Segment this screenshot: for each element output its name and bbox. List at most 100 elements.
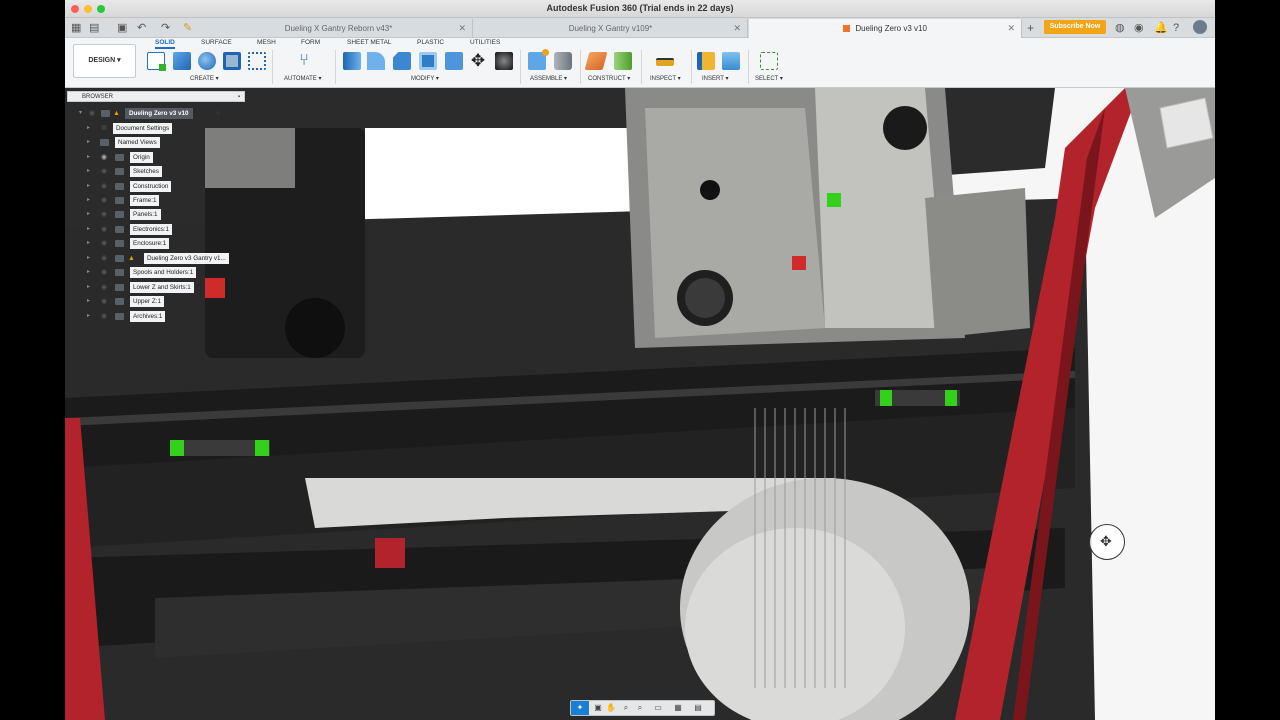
job-status-icon[interactable]: ◉ xyxy=(1134,21,1144,35)
subscribe-button[interactable]: Subscribe Now xyxy=(1044,20,1106,34)
expand-arrow-icon[interactable]: ▸ xyxy=(87,166,90,177)
visibility-eye-icon[interactable]: ◉ xyxy=(99,166,109,177)
expand-arrow-icon[interactable]: ▸ xyxy=(87,311,90,322)
insert-menu[interactable]: INSERT ▾ xyxy=(702,75,728,82)
collapse-icon[interactable]: ▪ xyxy=(238,92,240,102)
avatar[interactable] xyxy=(1193,20,1207,34)
close-icon[interactable]: ✕ xyxy=(733,19,741,38)
tab-plastic[interactable]: PLASTIC xyxy=(417,39,444,46)
redo-icon[interactable]: ↷ xyxy=(161,21,170,35)
automate-menu[interactable]: AUTOMATE ▾ xyxy=(284,75,321,82)
select-icon[interactable] xyxy=(760,52,778,70)
create-sketch-icon[interactable] xyxy=(147,52,166,71)
modify-menu[interactable]: MODIFY ▾ xyxy=(411,75,439,82)
visibility-eye-icon[interactable]: ◉ xyxy=(99,238,109,249)
visibility-eye-icon[interactable]: ◉ xyxy=(99,224,109,235)
orbit-icon[interactable]: ✦ xyxy=(571,701,589,715)
fillet-icon[interactable] xyxy=(367,52,385,70)
close-icon[interactable]: ✕ xyxy=(458,19,466,38)
expand-arrow-icon[interactable]: ▸ xyxy=(87,267,90,278)
inspect-menu[interactable]: INSPECT ▾ xyxy=(650,75,681,82)
appearance-icon[interactable] xyxy=(495,52,513,70)
expand-arrow-icon[interactable]: ▸ xyxy=(87,181,90,192)
pattern-icon[interactable] xyxy=(248,52,266,70)
construct-menu[interactable]: CONSTRUCT ▾ xyxy=(588,75,630,82)
tab-dueling-x-gantry-reborn[interactable]: Dueling X Gantry Reborn v43* ✕ xyxy=(205,19,473,38)
look-at-icon[interactable]: ▣ xyxy=(593,703,603,713)
undo-icon[interactable]: ↶ xyxy=(137,21,146,35)
select-menu[interactable]: SELECT ▾ xyxy=(755,75,783,82)
workspace-switcher-button[interactable]: DESIGN ▾ xyxy=(73,44,136,78)
measure-icon[interactable] xyxy=(656,58,674,66)
insert-image-icon[interactable] xyxy=(722,52,740,70)
expand-arrow-icon[interactable]: ▸ xyxy=(87,195,90,206)
new-tab-icon[interactable]: + xyxy=(1027,21,1034,35)
expand-arrow-icon[interactable]: ▸ xyxy=(87,238,90,249)
assemble-menu[interactable]: ASSEMBLE ▾ xyxy=(530,75,567,82)
offset-plane-icon[interactable] xyxy=(584,52,608,70)
visibility-eye-icon[interactable]: ◉ xyxy=(99,267,109,278)
close-icon[interactable]: ✕ xyxy=(1007,19,1015,38)
orbit-cursor-icon[interactable]: ✥ xyxy=(1089,524,1125,560)
zoom-icon[interactable]: ⌕ xyxy=(621,703,631,713)
extensions-icon[interactable]: ◍ xyxy=(1115,21,1125,35)
expand-arrow-icon[interactable]: ▾ xyxy=(79,108,82,119)
tab-solid[interactable]: SOLID xyxy=(155,39,175,49)
joint-icon[interactable] xyxy=(554,52,572,70)
visibility-eye-icon[interactable]: ◉ xyxy=(87,108,97,119)
expand-arrow-icon[interactable]: ▸ xyxy=(87,282,90,293)
create-menu[interactable]: CREATE ▾ xyxy=(190,75,219,82)
tab-dueling-x-gantry[interactable]: Dueling X Gantry v109* ✕ xyxy=(474,19,748,38)
visibility-eye-icon[interactable]: ◉ xyxy=(99,296,109,307)
radio-icon[interactable]: ◉ xyxy=(215,108,221,119)
insert-derive-icon[interactable] xyxy=(697,52,715,70)
help-icon[interactable]: ? xyxy=(1173,21,1179,35)
expand-arrow-icon[interactable]: ▸ xyxy=(87,253,90,264)
app-grid-icon[interactable]: ▦ xyxy=(71,21,81,35)
chamfer-icon[interactable] xyxy=(393,52,411,70)
expand-arrow-icon[interactable]: ▸ xyxy=(87,296,90,307)
extrude-icon[interactable] xyxy=(173,52,191,70)
expand-arrow-icon[interactable]: ▸ xyxy=(87,137,90,148)
automate-icon[interactable]: ⑂ xyxy=(295,52,313,70)
tab-sheet-metal[interactable]: SHEET METAL xyxy=(347,39,392,46)
tab-utilities[interactable]: UTILITIES xyxy=(470,39,500,46)
visibility-eye-icon[interactable]: ◉ xyxy=(99,311,109,322)
expand-arrow-icon[interactable]: ▸ xyxy=(87,123,90,134)
visibility-eye-icon[interactable]: ◉ xyxy=(99,282,109,293)
tab-surface[interactable]: SURFACE xyxy=(201,39,232,46)
divider xyxy=(641,50,642,84)
pan-icon[interactable]: ✋ xyxy=(606,703,616,713)
sketch-icon[interactable]: ✎ xyxy=(183,21,192,35)
shell-icon[interactable] xyxy=(419,52,437,70)
visibility-eye-icon[interactable]: ◉ xyxy=(99,209,109,220)
file-menu-icon[interactable]: ▤ xyxy=(89,21,99,35)
3d-viewport[interactable] xyxy=(65,88,1215,720)
move-icon[interactable]: ✥ xyxy=(469,52,487,70)
expand-arrow-icon[interactable]: ▸ xyxy=(87,152,90,163)
visibility-eye-icon[interactable]: ◉ xyxy=(99,152,109,163)
divider xyxy=(691,50,692,84)
expand-arrow-icon[interactable]: ▸ xyxy=(87,209,90,220)
automate-label: AUTOMATE xyxy=(284,76,317,82)
viewports-icon[interactable]: ▤ xyxy=(693,703,703,713)
save-icon[interactable]: ▣ xyxy=(117,21,127,35)
browser-header[interactable]: BROWSER ▪ xyxy=(67,91,245,102)
expand-arrow-icon[interactable]: ▸ xyxy=(87,224,90,235)
display-settings-icon[interactable]: ▭ xyxy=(653,703,663,713)
notifications-icon[interactable]: 🔔 xyxy=(1154,21,1168,35)
new-component-icon[interactable] xyxy=(528,49,549,70)
fit-icon[interactable]: ⌕ xyxy=(635,703,645,713)
visibility-eye-icon[interactable]: ◉ xyxy=(99,253,109,264)
hole-icon[interactable] xyxy=(223,52,241,70)
press-pull-icon[interactable] xyxy=(343,52,361,70)
tab-mesh[interactable]: MESH xyxy=(257,39,276,46)
revolve-icon[interactable] xyxy=(198,52,216,70)
grid-settings-icon[interactable]: ▦ xyxy=(673,703,683,713)
combine-icon[interactable] xyxy=(445,52,463,70)
visibility-eye-icon[interactable]: ◉ xyxy=(99,195,109,206)
visibility-eye-icon[interactable]: ◉ xyxy=(99,181,109,192)
tab-form[interactable]: FORM xyxy=(301,39,320,46)
axis-icon[interactable] xyxy=(614,52,632,70)
tab-dueling-zero[interactable]: Dueling Zero v3 v10 ✕ xyxy=(749,19,1022,38)
